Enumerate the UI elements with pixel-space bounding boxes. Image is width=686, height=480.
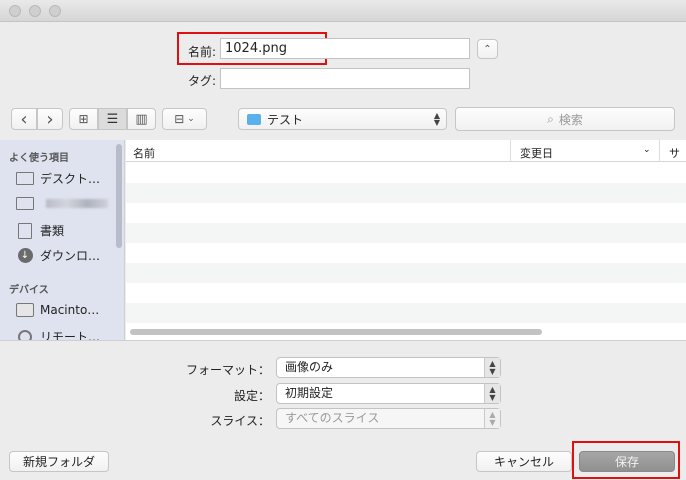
sidebar-item-desktop[interactable]: デスクト…	[16, 170, 100, 187]
column-view-button[interactable]: ▥	[127, 108, 156, 130]
desktop-icon	[16, 172, 34, 186]
blurred-user-name	[46, 198, 108, 208]
devices-header: デバイス	[9, 285, 49, 296]
location-label: テスト	[267, 112, 304, 127]
disc-icon	[16, 329, 34, 340]
sidebar-item-downloads[interactable]: ↓ ダウンロ…	[16, 247, 100, 264]
search-placeholder: 検索	[558, 112, 583, 127]
new-folder-button[interactable]: 新規フォルダ	[9, 451, 109, 472]
format-label: フォーマット：	[185, 363, 270, 377]
location-popup[interactable]: テスト ▲ ▼	[238, 108, 447, 130]
chevron-down-icon: ⌄	[643, 145, 651, 155]
column-header-size[interactable]: サ	[669, 145, 680, 161]
close-window-button[interactable]	[9, 5, 21, 17]
folder-icon	[16, 196, 34, 210]
column-header-row: 名前 変更日 ⌄ サ	[126, 140, 686, 162]
save-button[interactable]: 保存	[579, 451, 675, 472]
download-icon: ↓	[16, 248, 34, 263]
list-row	[126, 263, 686, 283]
tags-label: タグ:	[187, 74, 216, 88]
list-row	[126, 203, 686, 223]
list-row	[126, 223, 686, 243]
updown-arrows-icon: ▲ ▼	[484, 409, 500, 428]
list-row	[126, 283, 686, 303]
list-view-button[interactable]: ☰	[98, 108, 127, 130]
sidebar-item-remote-disc[interactable]: リモート…	[16, 328, 100, 340]
forward-button[interactable]: ›	[37, 108, 63, 130]
gallery-icon: ⊟	[174, 112, 185, 126]
list-icon: ☰	[106, 111, 119, 127]
folder-icon	[247, 113, 261, 125]
updown-arrows-icon: ▲ ▼	[484, 358, 500, 377]
list-row	[126, 243, 686, 263]
icon-view-button[interactable]: ⊞	[69, 108, 98, 130]
list-row	[126, 163, 686, 183]
list-row	[126, 183, 686, 203]
columns-icon: ▥	[135, 111, 148, 127]
column-header-name[interactable]: 名前	[133, 145, 155, 161]
column-divider	[659, 140, 660, 162]
save-as-label: 名前:	[187, 45, 216, 59]
search-icon: ⌕	[547, 111, 554, 126]
expand-dialog-button[interactable]: ⌃	[477, 39, 498, 59]
sidebar-item-macintosh-hd[interactable]: Macinto…	[16, 303, 99, 317]
updown-arrows-icon: ▲ ▼	[484, 384, 500, 403]
column-divider	[510, 140, 511, 162]
icon-grid-icon: ⊞	[78, 112, 89, 126]
horizontal-scrollbar[interactable]	[130, 329, 542, 335]
sidebar-item-home[interactable]	[16, 196, 108, 210]
column-header-date-modified[interactable]: 変更日	[520, 145, 553, 161]
chevron-right-icon: ›	[46, 108, 54, 130]
tags-input[interactable]	[220, 68, 470, 89]
minimize-window-button[interactable]	[29, 5, 41, 17]
file-list: 名前 変更日 ⌄ サ	[126, 140, 686, 340]
sidebar: よく使う項目 デスクト… 書類 ↓ ダウンロ… デバイス Macinto… リモ…	[0, 140, 125, 340]
documents-icon	[16, 222, 34, 239]
chevron-up-icon: ⌃	[483, 43, 492, 55]
save-as-input[interactable]: 1024.png	[220, 38, 470, 59]
favorites-header: よく使う項目	[9, 153, 69, 164]
arrange-button[interactable]: ⊟ ⌄	[162, 108, 207, 130]
search-field[interactable]: ⌕ 検索	[455, 107, 675, 131]
harddisk-icon	[16, 303, 34, 317]
settings-popup[interactable]: 初期設定 ▲ ▼	[276, 383, 501, 404]
sidebar-scrollbar[interactable]	[116, 144, 122, 248]
settings-label: 設定：	[233, 389, 270, 403]
slices-label: スライス：	[210, 414, 270, 428]
cancel-button[interactable]: キャンセル	[476, 451, 572, 472]
chevron-down-icon: ⌄	[187, 114, 195, 124]
chevron-left-icon: ‹	[20, 108, 28, 130]
list-row	[126, 303, 686, 323]
updown-arrows-icon: ▲ ▼	[433, 111, 440, 127]
back-button[interactable]: ‹	[11, 108, 37, 130]
format-popup[interactable]: 画像のみ ▲ ▼	[276, 357, 501, 378]
zoom-window-button[interactable]	[49, 5, 61, 17]
slices-popup[interactable]: すべてのスライス ▲ ▼	[276, 408, 501, 429]
sidebar-item-documents[interactable]: 書類	[16, 222, 64, 239]
window-title-bar	[0, 0, 686, 22]
